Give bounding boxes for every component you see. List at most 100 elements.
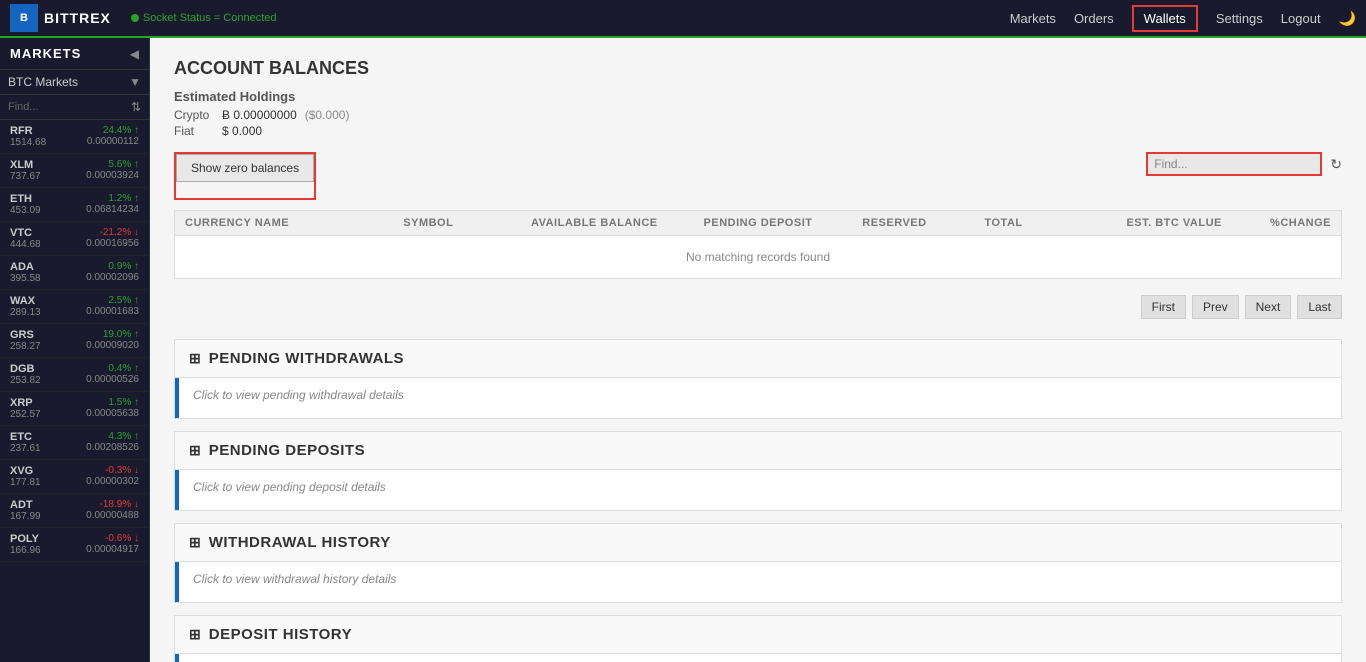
deposit-history-body: Click to view deposit history details <box>175 654 1341 662</box>
coin-name: ETH <box>10 193 41 205</box>
coin-name: WAX <box>10 295 41 307</box>
col-total: TOTAL <box>949 217 1058 229</box>
col-reserved: RESERVED <box>840 217 949 229</box>
find-input[interactable] <box>1154 157 1314 171</box>
coin-item[interactable]: WAX 289.13 2.5% ↑ 0.00001683 <box>0 290 149 324</box>
dark-mode-icon[interactable]: 🌙 <box>1339 10 1356 27</box>
coin-change: -0.6% ↓ <box>86 533 139 544</box>
coin-price: 167.99 <box>10 511 41 522</box>
nav-orders[interactable]: Orders <box>1074 11 1114 26</box>
estimated-holdings: Estimated Holdings Crypto Ƀ 0.00000000 (… <box>174 89 1342 138</box>
coin-item[interactable]: XRP 252.57 1.5% ↑ 0.00005638 <box>0 392 149 426</box>
find-input-wrap <box>1146 152 1322 176</box>
coin-item[interactable]: XVG 177.81 -0.3% ↓ 0.00000302 <box>0 460 149 494</box>
withdrawal-history-header[interactable]: ⊞ WITHDRAWAL HISTORY <box>175 524 1341 562</box>
pending-deposits-title: PENDING DEPOSITS <box>209 442 365 459</box>
expand-icon: ⊞ <box>189 534 201 551</box>
coin-item[interactable]: VTC 444.68 -21.2% ↓ 0.00016956 <box>0 222 149 256</box>
coin-btc: 0.00001683 <box>86 306 139 317</box>
market-selector-arrow-icon: ▼ <box>129 75 141 89</box>
coin-item[interactable]: RFR 1514.68 24.4% ↑ 0.00000112 <box>0 120 149 154</box>
coin-price: 444.68 <box>10 239 41 250</box>
coin-btc: 0.00000112 <box>87 136 139 147</box>
sidebar-search-box: ⇅ <box>0 95 149 120</box>
coin-price: 395.58 <box>10 273 41 284</box>
coin-item[interactable]: XLM 737.67 5.6% ↑ 0.00003924 <box>0 154 149 188</box>
coin-btc: 0.00004917 <box>86 544 139 555</box>
coin-price: 1514.68 <box>10 137 46 148</box>
socket-status: Socket Status = Connected <box>131 12 277 24</box>
coin-price: 258.27 <box>10 341 41 352</box>
nav-settings[interactable]: Settings <box>1216 11 1263 26</box>
col-currency-name: CURRENCY NAME <box>185 217 403 229</box>
deposit-history-section: ⊞ DEPOSIT HISTORY Click to view deposit … <box>174 615 1342 662</box>
pending-deposits-header[interactable]: ⊞ PENDING DEPOSITS <box>175 432 1341 470</box>
expand-icon: ⊞ <box>189 350 201 367</box>
coin-name: GRS <box>10 329 41 341</box>
col-pending: PENDING DEPOSIT <box>676 217 840 229</box>
logo-area: B BITTREX <box>10 4 111 32</box>
estimated-holdings-label: Estimated Holdings <box>174 89 1342 104</box>
crypto-label: Crypto <box>174 108 214 122</box>
no-records-message: No matching records found <box>175 236 1341 278</box>
coin-btc: 0.00016956 <box>86 238 139 249</box>
fiat-value: $ 0.000 <box>222 124 262 138</box>
coin-price: 166.96 <box>10 545 41 556</box>
deposit-history-header[interactable]: ⊞ DEPOSIT HISTORY <box>175 616 1341 654</box>
col-available: AVAILABLE BALANCE <box>512 217 676 229</box>
coin-name: ETC <box>10 431 41 443</box>
coin-price: 289.13 <box>10 307 41 318</box>
sidebar-collapse-btn[interactable]: ◀ <box>130 47 139 61</box>
coin-item[interactable]: ETH 453.09 1.2% ↑ 0.06814234 <box>0 188 149 222</box>
coin-item[interactable]: ADT 167.99 -18.9% ↓ 0.00000488 <box>0 494 149 528</box>
coin-item[interactable]: ETC 237.61 4.3% ↑ 0.00208526 <box>0 426 149 460</box>
next-page-button[interactable]: Next <box>1245 295 1292 319</box>
coin-price: 453.09 <box>10 205 41 216</box>
nav-markets[interactable]: Markets <box>1010 11 1056 26</box>
collapsible-sections: ⊞ PENDING WITHDRAWALS Click to view pend… <box>174 339 1342 662</box>
coin-change: 1.2% ↑ <box>86 193 139 204</box>
nav-wallets[interactable]: Wallets <box>1132 5 1198 32</box>
sidebar-search-input[interactable] <box>8 101 127 113</box>
balances-table: CURRENCY NAME SYMBOL AVAILABLE BALANCE P… <box>174 210 1342 279</box>
coin-name: XRP <box>10 397 41 409</box>
fiat-label: Fiat <box>174 124 214 138</box>
col-btc-value: EST. BTC VALUE <box>1058 217 1222 229</box>
coin-item[interactable]: GRS 258.27 19.0% ↑ 0.00009020 <box>0 324 149 358</box>
last-page-button[interactable]: Last <box>1297 295 1342 319</box>
withdrawal-history-body: Click to view withdrawal history details <box>175 562 1341 602</box>
coin-btc: 0.00002096 <box>86 272 139 283</box>
coin-btc: 0.00000302 <box>86 476 139 487</box>
top-nav: B BITTREX Socket Status = Connected Mark… <box>0 0 1366 38</box>
coin-price: 252.57 <box>10 409 41 420</box>
coin-name: VTC <box>10 227 41 239</box>
coin-item[interactable]: DGB 253.82 0.4% ↑ 0.00000526 <box>0 358 149 392</box>
coin-item[interactable]: ADA 395.58 0.9% ↑ 0.00002096 <box>0 256 149 290</box>
coin-btc: 0.06814234 <box>86 204 139 215</box>
coin-price: 737.67 <box>10 171 41 182</box>
coin-btc: 0.00005638 <box>86 408 139 419</box>
pending-deposits-body-text: Click to view pending deposit details <box>179 470 400 510</box>
coin-name: XLM <box>10 159 41 171</box>
socket-dot-icon <box>131 14 139 22</box>
crypto-sub: ($0.000) <box>305 108 350 122</box>
coin-change: 19.0% ↑ <box>86 329 139 340</box>
show-zero-balances-button[interactable]: Show zero balances <box>176 154 314 182</box>
pending-withdrawals-section: ⊞ PENDING WITHDRAWALS Click to view pend… <box>174 339 1342 419</box>
coin-name: XVG <box>10 465 41 477</box>
crypto-value: Ƀ 0.00000000 <box>222 108 297 122</box>
first-page-button[interactable]: First <box>1141 295 1186 319</box>
coin-name: RFR <box>10 125 46 137</box>
coin-btc: 0.00009020 <box>86 340 139 351</box>
coin-item[interactable]: POLY 166.96 -0.6% ↓ 0.00004917 <box>0 528 149 562</box>
refresh-icon[interactable]: ↻ <box>1330 156 1342 173</box>
col-symbol: SYMBOL <box>403 217 512 229</box>
pending-withdrawals-header[interactable]: ⊞ PENDING WITHDRAWALS <box>175 340 1341 378</box>
coin-name: ADA <box>10 261 41 273</box>
nav-logout[interactable]: Logout <box>1281 11 1321 26</box>
market-selector[interactable]: BTC Markets ▼ <box>0 70 149 95</box>
prev-page-button[interactable]: Prev <box>1192 295 1239 319</box>
sidebar-sort-icon[interactable]: ⇅ <box>131 100 141 114</box>
coin-change: 0.9% ↑ <box>86 261 139 272</box>
coin-name: POLY <box>10 533 41 545</box>
